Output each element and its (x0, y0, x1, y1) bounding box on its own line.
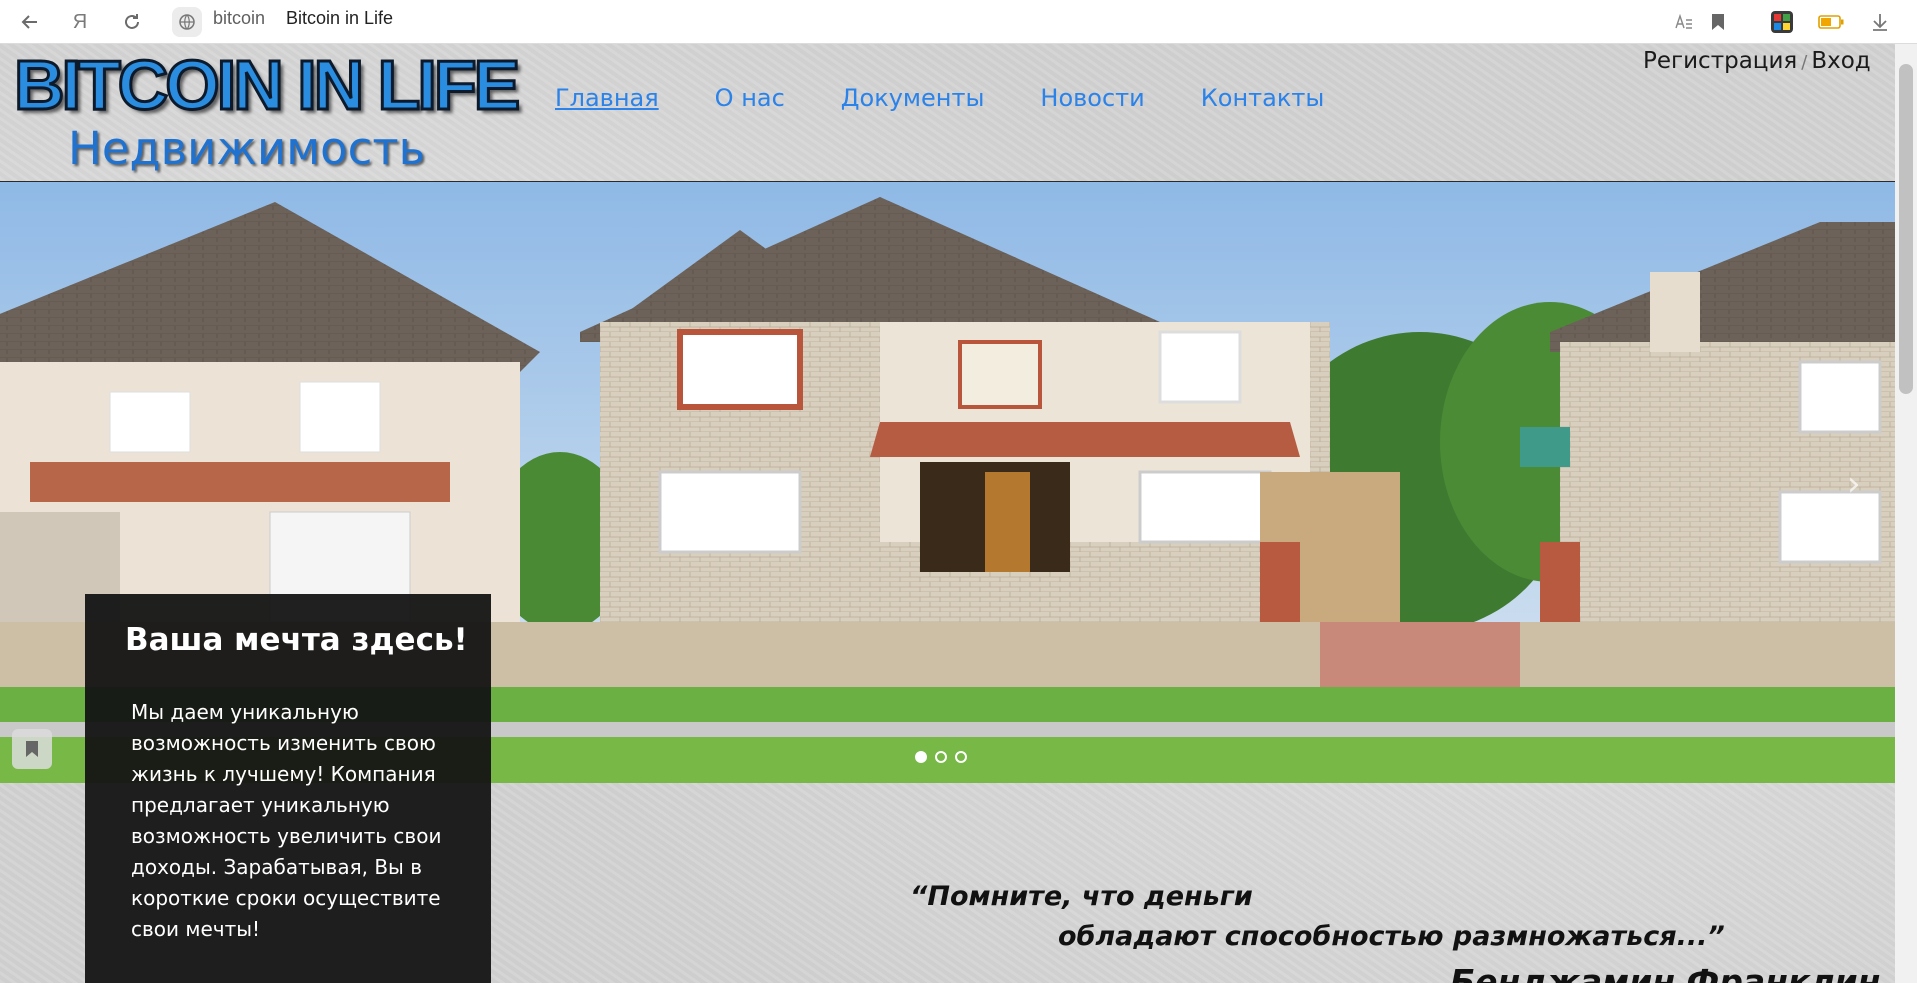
register-link[interactable]: Регистрация (1643, 48, 1797, 74)
promo-text: Мы даем уникальную возможность изменить … (131, 700, 442, 941)
nav-documents[interactable]: Документы (841, 84, 985, 112)
slider-next-arrow[interactable]: › (1847, 464, 1861, 504)
site-icon[interactable] (172, 7, 202, 37)
nav-news[interactable]: Новости (1040, 84, 1144, 112)
promo-title: Ваша мечта здесь! (125, 622, 468, 658)
yandex-icon[interactable]: Я (64, 6, 96, 38)
quote-line-2: обладают способностью размножаться...” (1058, 921, 1725, 952)
download-icon[interactable] (1866, 8, 1894, 36)
auth-links: Регистрация / Вход (1643, 48, 1871, 74)
slider-dot-3[interactable] (955, 751, 967, 763)
quote-line-1: “Помните, что деньги (910, 881, 1253, 912)
auth-separator: / (1801, 52, 1808, 73)
floating-bookmark-button[interactable] (12, 729, 52, 769)
login-link[interactable]: Вход (1811, 48, 1870, 74)
scrollbar-thumb[interactable] (1899, 64, 1913, 394)
back-icon[interactable] (14, 6, 46, 38)
promo-box: Ваша мечта здесь! Мы даем уникальную воз… (85, 594, 491, 983)
quote-author: Бенджамин Франклин (1450, 962, 1881, 983)
reload-icon[interactable] (116, 6, 148, 38)
site-logo-subtitle: Недвижимость (68, 122, 426, 175)
page-title-in-address[interactable]: Bitcoin in Life (286, 8, 393, 29)
page-scrollbar[interactable] (1895, 44, 1917, 983)
slider-dot-1[interactable] (915, 751, 927, 763)
site-logo[interactable]: BITCOIN IN LIFE (12, 45, 521, 126)
bookmark-icon (26, 741, 38, 757)
nav-contacts[interactable]: Контакты (1201, 84, 1325, 112)
main-navigation: Главная О нас Документы Новости Контакты (555, 84, 1380, 112)
reader-icon[interactable] (1670, 8, 1698, 36)
nav-about[interactable]: О нас (715, 84, 785, 112)
nav-home[interactable]: Главная (555, 84, 659, 112)
bookmark-icon[interactable] (1704, 8, 1732, 36)
browser-toolbar: Я bitcoin Bitcoin in Life (0, 0, 1917, 44)
page-body: BITCOIN IN LIFE Недвижимость Главная О н… (0, 44, 1895, 983)
extension-icon[interactable] (1768, 8, 1796, 36)
url-domain[interactable]: bitcoin (213, 8, 265, 29)
slider-dots (915, 751, 967, 763)
slider-dot-2[interactable] (935, 751, 947, 763)
battery-icon[interactable] (1817, 8, 1845, 36)
